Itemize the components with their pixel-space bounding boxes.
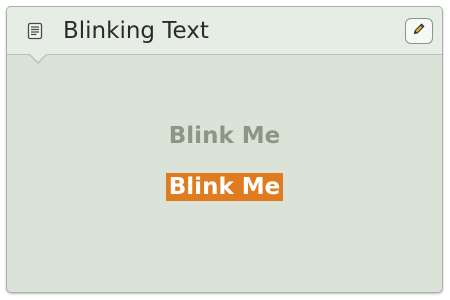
widget-header: Blinking Text (7, 7, 442, 55)
pencil-icon (412, 22, 426, 41)
document-icon (26, 22, 44, 40)
edit-button[interactable] (405, 18, 433, 44)
blink-highlight-row: Blink Me (7, 173, 442, 201)
header-pointer (29, 54, 47, 64)
widget-content: Blink Me Blink Me (7, 65, 442, 285)
widget-title: Blinking Text (63, 18, 209, 44)
blink-text-highlighted: Blink Me (165, 173, 284, 201)
blinking-text-widget: Blinking Text Blink Me Blink Me (6, 6, 443, 293)
blink-text-dim: Blink Me (168, 123, 281, 149)
